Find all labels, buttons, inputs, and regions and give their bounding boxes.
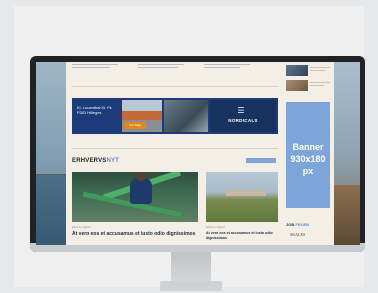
banner-line-1: Banner — [292, 142, 324, 152]
sidebar-line — [310, 85, 324, 86]
partner-logo[interactable]: SKALES — [290, 232, 305, 237]
section-more-button[interactable] — [246, 158, 276, 163]
job-section-title: JOB FRUEN — [286, 222, 309, 227]
ad-cta-button[interactable]: For Salg — [124, 122, 146, 129]
section-title-main: ERHVERVS — [72, 158, 107, 164]
side-image-right — [334, 62, 360, 245]
side-image-left-sea — [36, 175, 66, 245]
ad-office-photo — [164, 100, 208, 132]
sidebar-line — [310, 82, 330, 83]
section-title: ERHVERVSNYT — [72, 158, 119, 164]
top-link-2[interactable] — [138, 64, 184, 70]
ad-banner-text: Kl. Louenthal Kl. Fk FDEI Hilleges — [77, 105, 112, 115]
sidebar-banner-ad[interactable]: Banner 930x180 px — [286, 102, 330, 208]
banner-line-3: px — [302, 166, 314, 176]
ad-brand-name: NORDICALS — [228, 118, 258, 123]
sidebar-thumb-2[interactable] — [286, 80, 308, 91]
top-article-links — [72, 64, 272, 78]
job-title-main: JOB — [286, 222, 295, 227]
divider-top — [72, 86, 278, 87]
side-image-left — [36, 62, 66, 245]
side-image-right-land — [334, 185, 360, 245]
monitor-screen: Kl. Louenthal Kl. Fk FDEI Hilleges For S… — [36, 62, 360, 245]
article-2-meta: Erhverv | Nyhed — [206, 226, 225, 229]
article-2-headline[interactable]: At vero eos et accusamus et iusto odio d… — [206, 231, 278, 240]
sidebar-line — [310, 70, 326, 71]
news-page: Kl. Louenthal Kl. Fk FDEI Hilleges For S… — [66, 62, 334, 245]
top-link-1[interactable] — [72, 64, 118, 70]
top-link-3[interactable] — [204, 64, 250, 70]
ad-brand-box: ☰ NORDICALS — [210, 100, 276, 132]
job-title-accent: FRUEN — [295, 222, 310, 227]
monitor-stand-base — [160, 281, 222, 291]
article-image-2[interactable] — [206, 172, 278, 222]
worker-shape — [130, 178, 152, 204]
houses-shape — [226, 190, 266, 196]
article-1-meta: Erhverv | Nyhed — [72, 226, 91, 229]
section-title-accent: NYT — [106, 158, 120, 164]
sidebar-line — [310, 67, 330, 68]
article-1-headline[interactable]: At vero eos et accusamus et iusto odio d… — [72, 231, 200, 237]
brand-logo-icon: ☰ — [237, 106, 245, 115]
sidebar-thumb-1[interactable] — [286, 65, 308, 76]
sidebar: Banner 930x180 px JOB FRUEN SKALES — [284, 62, 332, 245]
banner-line-2: 930x180 — [290, 154, 326, 164]
divider-mid — [72, 148, 278, 149]
worker-head-shape — [136, 172, 146, 181]
ad-banner[interactable]: Kl. Louenthal Kl. Fk FDEI Hilleges For S… — [72, 98, 278, 134]
article-image-1[interactable] — [72, 172, 198, 222]
